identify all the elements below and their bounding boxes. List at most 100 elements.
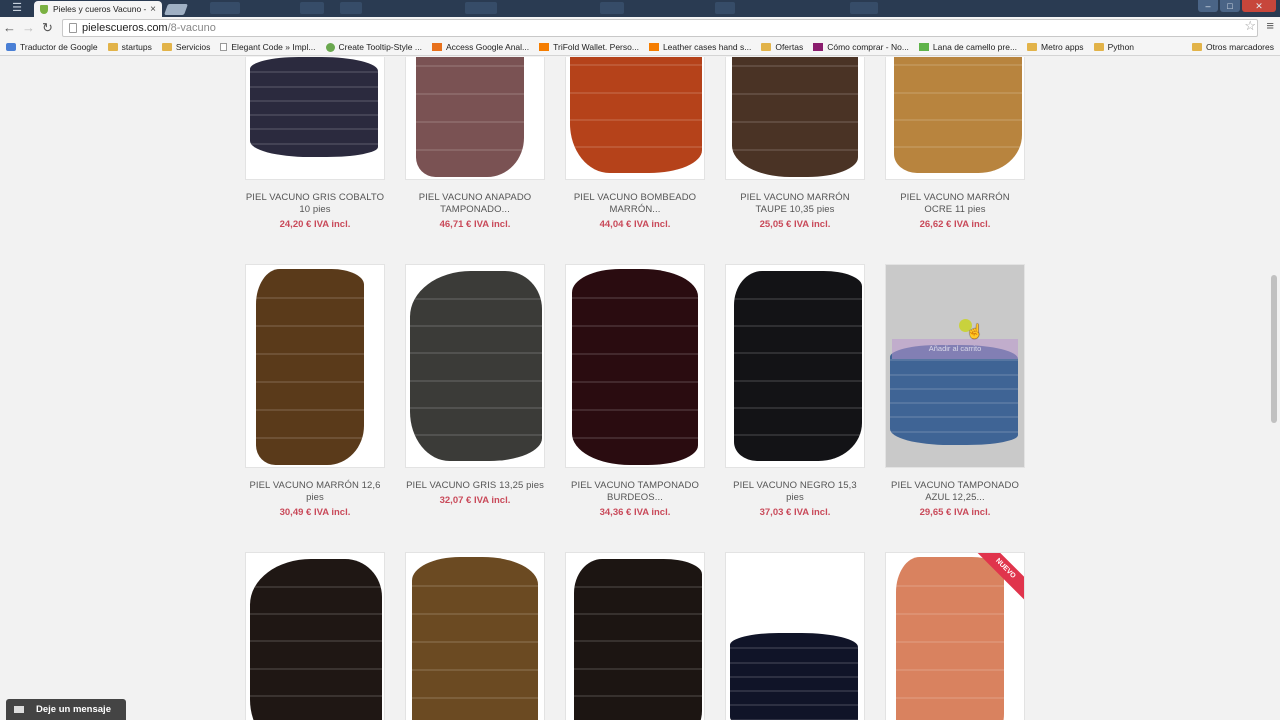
product-name[interactable]: PIEL VACUNO TAMPONADO BURDEOS...: [565, 480, 705, 504]
product-name[interactable]: PIEL VACUNO MARRÓN 12,6 pies: [245, 480, 385, 504]
product-image[interactable]: Añadir al carrito ☝: [885, 264, 1025, 468]
product-image[interactable]: NUEVO: [885, 552, 1025, 720]
tab-close-icon[interactable]: ×: [150, 4, 156, 15]
product-card[interactable]: PIEL VACUNO NEGRO 15,3 pies 37,03 € IVA i…: [725, 264, 865, 518]
leather-hide: [412, 557, 538, 720]
bookmark-label: TriFold Wallet. Perso...: [553, 42, 639, 52]
bookmark-item[interactable]: Cómo comprar - No...: [813, 42, 909, 52]
bookmark-label: Python: [1107, 42, 1135, 52]
product-card[interactable]: PIEL VACUNO MARRÓN 12,6 pies 30,49 € IVA …: [245, 264, 385, 518]
browser-tabstrip: ☰ Pieles y cueros Vacuno - P × – □ ✕: [0, 0, 1280, 17]
product-image[interactable]: [405, 552, 545, 720]
product-price: 29,65 € IVA incl.: [919, 507, 991, 518]
window-controls: – □ ✕: [1198, 0, 1276, 12]
bookmark-item[interactable]: Leather cases hand s...: [648, 42, 751, 52]
hand-cursor-icon: ☝: [966, 323, 984, 339]
leather-hide: [574, 559, 702, 720]
chat-message-button[interactable]: Deje un mensaje: [6, 699, 126, 720]
add-to-cart-overlay[interactable]: Añadir al carrito: [892, 339, 1018, 359]
forward-arrow-icon[interactable]: →: [19, 17, 38, 39]
product-image[interactable]: [565, 552, 705, 720]
product-card[interactable]: PIEL VACUNO MARRÓN OCRE 11 pies 26,62 € I…: [885, 57, 1025, 230]
bookmark-item[interactable]: Lana de camello pre...: [918, 42, 1018, 52]
product-card[interactable]: PIEL VACUNO GRIS COBALTO 10 pies 24,20 € …: [245, 57, 385, 230]
product-card[interactable]: PIEL VACUNO TAMPONADO BURDEOS... 34,36 € …: [565, 264, 705, 518]
other-bookmarks[interactable]: Otros marcadores: [1191, 42, 1274, 52]
bookmark-label: Lana de camello pre...: [932, 42, 1018, 52]
leather-hide: [572, 269, 698, 465]
product-card[interactable]: PIEL VACUNO ANAPADO TAMPONADO... 46,71 € …: [405, 57, 545, 230]
product-name[interactable]: PIEL VACUNO BOMBEADO MARRÓN...: [565, 192, 705, 216]
browser-profile-icon[interactable]: ☰: [4, 1, 30, 16]
product-price: 34,36 € IVA incl.: [599, 507, 671, 518]
bookmark-item[interactable]: Ofertas: [761, 42, 803, 52]
product-image[interactable]: [245, 264, 385, 468]
envelope-icon: [14, 706, 24, 713]
bookmark-label: Create Tooltip-Style ...: [338, 42, 422, 52]
product-image[interactable]: [725, 57, 865, 180]
minimize-icon[interactable]: –: [1198, 0, 1218, 12]
leather-hide: [734, 271, 862, 461]
leather-hide: [410, 271, 542, 461]
product-card[interactable]: PIEL VACUNO GRIS 13,25 pies 32,07 € IVA i…: [405, 264, 545, 506]
product-image[interactable]: [245, 552, 385, 720]
bookmark-item[interactable]: Metro apps: [1027, 42, 1084, 52]
folder-icon: [107, 43, 118, 51]
back-arrow-icon[interactable]: ←: [0, 17, 19, 39]
bookmark-item[interactable]: Access Google Anal...: [431, 42, 530, 52]
leather-hide: [256, 269, 364, 465]
scrollbar[interactable]: [1268, 57, 1280, 720]
leather-hide: [250, 559, 382, 720]
leather-hide: [890, 345, 1018, 445]
bookmark-label: Cómo comprar - No...: [827, 42, 909, 52]
product-name[interactable]: PIEL VACUNO TAMPONADO AZUL 12,25...: [885, 480, 1025, 504]
new-tab-button[interactable]: [163, 4, 189, 15]
bookmark-label: Access Google Anal...: [445, 42, 530, 52]
product-image[interactable]: [405, 264, 545, 468]
maximize-icon[interactable]: □: [1220, 0, 1240, 12]
tab-pieles-vacuno[interactable]: Pieles y cueros Vacuno - P ×: [34, 1, 162, 17]
product-image[interactable]: [725, 552, 865, 720]
product-name[interactable]: PIEL VACUNO GRIS COBALTO 10 pies: [245, 192, 385, 216]
product-name[interactable]: PIEL VACUNO ANAPADO TAMPONADO...: [405, 192, 545, 216]
product-price: 26,62 € IVA incl.: [919, 219, 991, 230]
product-grid: PIEL VACUNO GRIS COBALTO 10 pies 24,20 € …: [0, 57, 1280, 720]
product-image[interactable]: [565, 264, 705, 468]
product-card[interactable]: NUEVO: [885, 552, 1025, 720]
bookmark-item[interactable]: Elegant Code » Impl...: [220, 42, 316, 52]
bookmark-item[interactable]: startups: [107, 42, 152, 52]
product-card[interactable]: [405, 552, 545, 720]
bookmark-label: Servicios: [175, 42, 211, 52]
bookmarks-bar: Traductor de Google startups Servicios Eleg…: [0, 39, 1280, 56]
close-window-icon[interactable]: ✕: [1242, 0, 1276, 12]
bookmark-label: startups: [121, 42, 152, 52]
product-name[interactable]: PIEL VACUNO MARRÓN OCRE 11 pies: [885, 192, 1025, 216]
product-name[interactable]: PIEL VACUNO GRIS 13,25 pies: [405, 480, 545, 492]
site-icon: [431, 43, 442, 51]
product-card[interactable]: PIEL VACUNO BOMBEADO MARRÓN... 44,04 € IV…: [565, 57, 705, 230]
address-bar[interactable]: pielescueros.com /8-vacuno: [62, 19, 1258, 37]
product-card[interactable]: [565, 552, 705, 720]
reload-icon[interactable]: ↻: [38, 17, 57, 39]
product-image[interactable]: [565, 57, 705, 180]
product-image[interactable]: [725, 264, 865, 468]
bookmark-item[interactable]: Traductor de Google: [6, 42, 98, 52]
bookmark-item[interactable]: TriFold Wallet. Perso...: [539, 42, 639, 52]
bookmark-item[interactable]: Servicios: [161, 42, 211, 52]
browser-toolbar: ← → ↻ pielescueros.com /8-vacuno ☆ ≡: [0, 17, 1280, 39]
bookmark-item[interactable]: Create Tooltip-Style ...: [325, 42, 422, 52]
product-name[interactable]: PIEL VACUNO NEGRO 15,3 pies: [725, 480, 865, 504]
bookmark-label: Traductor de Google: [20, 42, 98, 52]
product-image[interactable]: [885, 57, 1025, 180]
product-card[interactable]: [725, 552, 865, 720]
product-card[interactable]: [245, 552, 385, 720]
product-name[interactable]: PIEL VACUNO MARRÓN TAUPE 10,35 pies: [725, 192, 865, 216]
bookmark-star-icon[interactable]: ☆: [1244, 18, 1256, 34]
product-card[interactable]: PIEL VACUNO MARRÓN TAUPE 10,35 pies 25,05…: [725, 57, 865, 230]
scrollbar-thumb[interactable]: [1271, 275, 1277, 423]
bookmark-item[interactable]: Python: [1093, 42, 1135, 52]
browser-menu-icon[interactable]: ≡: [1266, 18, 1274, 33]
product-image[interactable]: [405, 57, 545, 180]
product-card[interactable]: Añadir al carrito ☝ PIEL VACUNO TAMPONADO …: [885, 264, 1025, 518]
product-image[interactable]: [245, 57, 385, 180]
